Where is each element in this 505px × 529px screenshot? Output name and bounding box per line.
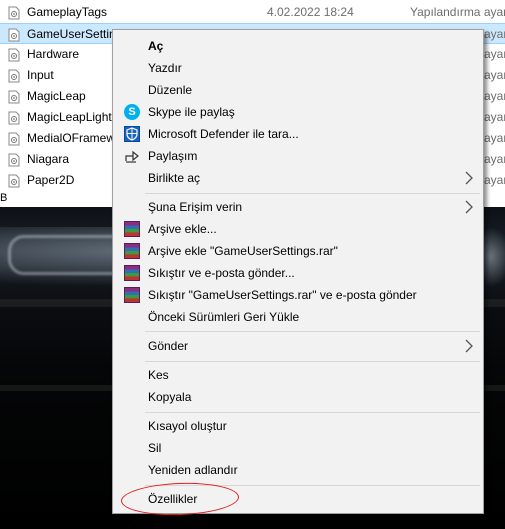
file-type: Yapılandırma ayar [410,5,505,19]
menu-item-give-access[interactable]: Şuna Erişim verin [116,196,480,218]
file-type: ayar [484,47,505,61]
menu-label: Skype ile paylaş [148,105,235,119]
menu-separator [145,331,480,332]
file-row[interactable]: GameplayTags 4.02.2022 18:24 Yapılandırm… [0,2,505,23]
menu-item-delete[interactable]: Sil [116,437,480,459]
context-menu: Aç Yazdır Düzenle S Skype ile paylaş Mic… [112,29,484,514]
config-file-icon [8,132,20,146]
menu-item-restore-versions[interactable]: Önceki Sürümleri Geri Yükle [116,306,480,328]
menu-label: Kopyala [148,390,192,404]
file-name: Input [27,68,54,82]
menu-label: Şuna Erişim verin [148,200,243,214]
file-name: MedialOFramew [27,131,116,145]
menu-label: Arşive ekle "GameUserSettings.rar" [148,244,338,258]
share-icon [125,150,139,163]
menu-label: Kes [148,368,169,382]
file-type: ayar [484,89,505,103]
menu-label: Sil [148,441,162,455]
menu-item-compress-email[interactable]: Sıkıştır ve e-posta gönder... [116,262,480,284]
menu-item-share[interactable]: Paylaşım [116,145,480,167]
menu-item-add-archive-named[interactable]: Arşive ekle "GameUserSettings.rar" [116,240,480,262]
config-file-icon [8,69,20,83]
file-type: ayar [484,173,505,187]
status-text: B [0,192,8,204]
menu-label: Yeniden adlandır [148,463,238,477]
file-type: ayar [484,110,505,124]
menu-item-add-archive[interactable]: Arşive ekle... [116,218,480,240]
menu-separator [145,193,480,194]
config-file-icon [8,174,20,188]
file-name: GameUserSettin [27,27,116,41]
config-file-icon [8,111,20,125]
chevron-right-icon [465,339,473,353]
menu-item-cut[interactable]: Kes [116,364,480,386]
menu-item-send-to[interactable]: Gönder [116,335,480,357]
winrar-icon [124,221,140,237]
file-type: ayar [484,27,505,41]
file-name: Paper2D [27,173,75,187]
menu-item-create-shortcut[interactable]: Kısayol oluştur [116,415,480,437]
file-type: ayar [484,131,505,145]
menu-label: Kısayol oluştur [148,419,227,433]
background-glow [8,235,128,275]
file-name: MagicLeap [27,89,86,103]
menu-item-rename[interactable]: Yeniden adlandır [116,459,480,481]
skype-icon: S [124,104,140,120]
config-file-icon [8,28,20,42]
menu-item-defender-scan[interactable]: Microsoft Defender ile tara... [116,123,480,145]
winrar-icon [124,287,140,303]
menu-item-skype-share[interactable]: S Skype ile paylaş [116,101,480,123]
file-type: ayar [484,152,505,166]
winrar-icon [124,243,140,259]
file-name: MagicLeapLight [27,110,112,124]
file-date: 4.02.2022 18:24 [267,5,354,19]
config-file-icon [8,153,20,167]
chevron-right-icon [465,200,473,214]
menu-label: Aç [148,39,164,53]
chevron-right-icon [465,171,473,185]
file-name: Niagara [27,152,70,166]
menu-label: Düzenle [148,83,193,97]
winrar-icon [124,265,140,281]
menu-item-copy[interactable]: Kopyala [116,386,480,408]
menu-separator [145,412,480,413]
file-type: ayar [484,68,505,82]
menu-label: Birlikte aç [148,171,201,185]
config-file-icon [8,6,20,20]
file-name: Hardware [27,47,80,61]
menu-label: Gönder [148,339,189,353]
menu-label: Microsoft Defender ile tara... [148,127,299,141]
menu-item-open-with[interactable]: Birlikte aç [116,167,480,189]
menu-label: Yazdır [148,61,182,75]
menu-label: Sıkıştır "GameUserSettings.rar" ve e-pos… [148,288,417,302]
menu-item-edit[interactable]: Düzenle [116,79,480,101]
file-name: GameplayTags [27,5,108,19]
menu-label: Sıkıştır ve e-posta gönder... [148,266,295,280]
config-file-icon [8,90,20,104]
menu-item-open[interactable]: Aç [116,35,480,57]
defender-shield-icon [124,126,140,142]
menu-separator [145,361,480,362]
menu-item-compress-named-email[interactable]: Sıkıştır "GameUserSettings.rar" ve e-pos… [116,284,480,306]
config-file-icon [8,48,20,62]
menu-label: Arşive ekle... [148,222,217,236]
menu-label: Paylaşım [148,149,198,163]
menu-label: Önceki Sürümleri Geri Yükle [148,310,300,324]
menu-item-print[interactable]: Yazdır [116,57,480,79]
